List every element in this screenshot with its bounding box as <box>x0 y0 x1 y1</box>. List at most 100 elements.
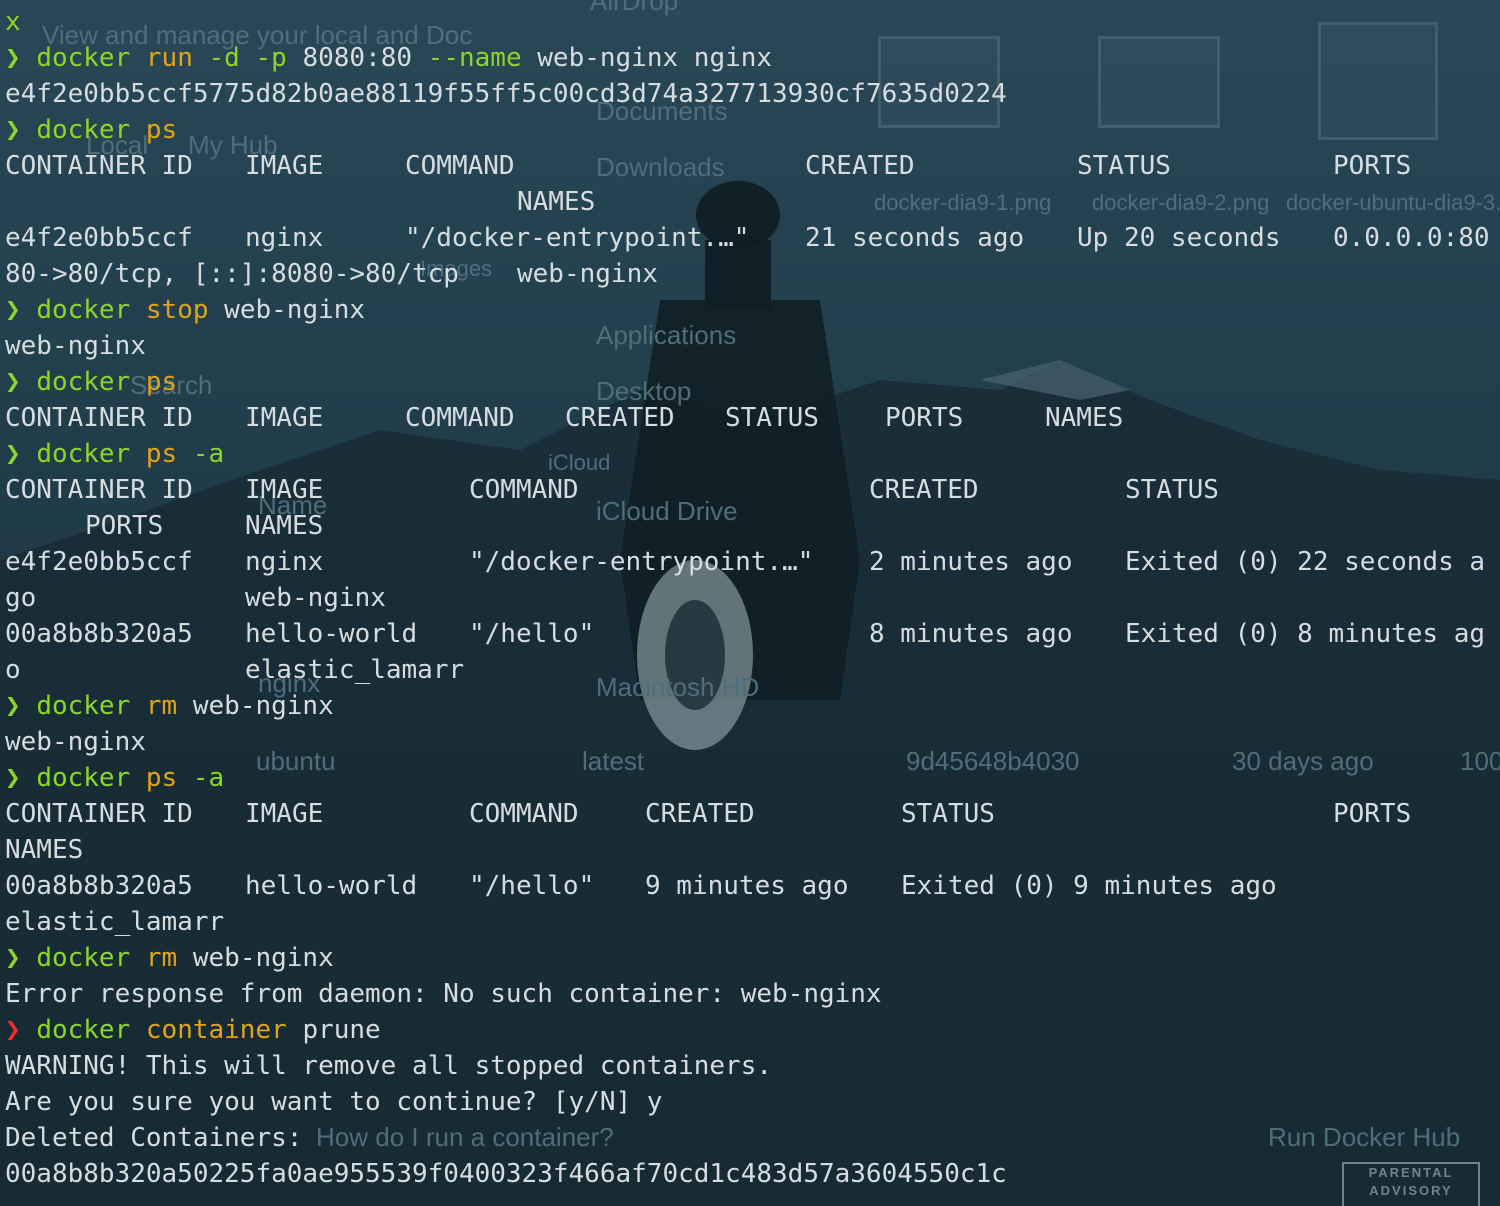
cmd-arg: web-nginx <box>192 691 334 721</box>
ps2-header-image: IMAGE <box>245 403 324 433</box>
cmd-subcommand: ps <box>145 367 178 397</box>
cmd-docker: docker <box>36 295 131 325</box>
ps2-header-status: STATUS <box>725 403 819 433</box>
ps3-header-container-id: CONTAINER ID <box>5 475 193 505</box>
cmd-subcommand: ps <box>145 439 178 469</box>
cmd-subcommand: ps <box>145 115 178 145</box>
prompt-arrow-icon: ❯ <box>5 691 21 721</box>
ps4-header-command: COMMAND <box>469 799 579 829</box>
output-deleted-hash: 00a8b8b320a50225fa0ae955539f0400323f466a… <box>5 1159 1007 1189</box>
cmd-subcommand: container <box>145 1015 287 1045</box>
ps3-header-command: COMMAND <box>469 475 579 505</box>
terminal-stray-char: x <box>5 4 21 40</box>
ps3-row-2-image: hello-world <box>245 619 418 649</box>
cmd-docker: docker <box>36 1015 131 1045</box>
cmd-docker: docker <box>36 943 131 973</box>
ps4-header-status: STATUS <box>901 799 995 829</box>
output-stop-result: web-nginx <box>5 331 146 361</box>
ps2-header-names: NAMES <box>1045 403 1124 433</box>
ps4-header-image: IMAGE <box>245 799 324 829</box>
output-error-message: Error response from daemon: No such cont… <box>5 979 882 1009</box>
cmd-docker: docker <box>36 763 131 793</box>
ps3-header-image: IMAGE <box>245 475 324 505</box>
ps1-row-names: web-nginx <box>517 259 658 289</box>
ps1-header-container-id: CONTAINER ID <box>5 151 193 181</box>
cmd-flag: -a <box>192 439 225 469</box>
prompt-arrow-icon: ❯ <box>5 115 21 145</box>
cmd-subcommand: rm <box>145 943 178 973</box>
ps4-header-created: CREATED <box>645 799 755 829</box>
prompt-arrow-icon: ❯ <box>5 367 21 397</box>
prompt-arrow-error-icon: ❯ <box>5 1015 21 1045</box>
prompt-line-docker-ps-a-2: ❯ docker ps -a <box>5 760 224 796</box>
output-prune-confirm: Are you sure you want to continue? [y/N]… <box>5 1087 663 1117</box>
cmd-arg: web-nginx <box>224 295 366 325</box>
ps1-header-image: IMAGE <box>245 151 324 181</box>
ps1-header-ports: PORTS <box>1333 151 1412 181</box>
ps3-header-created: CREATED <box>869 475 979 505</box>
cmd-subcommand: ps <box>145 763 178 793</box>
ps3-row-2-command: "/hello" <box>469 619 595 649</box>
ps4-row-status: Exited (0) 9 minutes ago <box>901 871 1277 901</box>
output-prune-warning: WARNING! This will remove all stopped co… <box>5 1051 773 1081</box>
prompt-line-docker-rm: ❯ docker rm web-nginx <box>5 688 334 724</box>
ps4-row-container-id: 00a8b8b320a5 <box>5 871 193 901</box>
ps4-row-names: elastic_lamarr <box>5 907 225 937</box>
prompt-line-docker-ps-2: ❯ docker ps <box>5 364 177 400</box>
ps1-row-status: Up 20 seconds <box>1077 223 1281 253</box>
cmd-subcommand: rm <box>145 691 178 721</box>
ps3-row-1-status-wrap: go <box>5 583 37 613</box>
ps1-row-ports-wrap: 80->80/tcp, [::]:8080->80/tcp <box>5 259 459 289</box>
cmd-arg: 8080:80 <box>302 43 413 73</box>
ps3-row-1-created: 2 minutes ago <box>869 547 1073 577</box>
cmd-flag: -p <box>255 43 287 73</box>
ps1-header-created: CREATED <box>805 151 915 181</box>
output-deleted-header: Deleted Containers: <box>5 1123 303 1153</box>
ps1-header-status: STATUS <box>1077 151 1171 181</box>
cmd-flag: -d <box>208 43 240 73</box>
ps3-row-1-container-id: e4f2e0bb5ccf <box>5 547 193 577</box>
prompt-arrow-icon: ❯ <box>5 439 21 469</box>
prompt-arrow-icon: ❯ <box>5 763 21 793</box>
ps4-header-names: NAMES <box>5 835 84 865</box>
prompt-line-docker-ps-a: ❯ docker ps -a <box>5 436 224 472</box>
cmd-arg: web-nginx <box>192 943 334 973</box>
ps1-row-command: "/docker-entrypoint.…" <box>405 223 750 253</box>
ps2-header-container-id: CONTAINER ID <box>5 403 193 433</box>
prompt-arrow-icon: ❯ <box>5 43 21 73</box>
cmd-arg: prune <box>302 1015 381 1045</box>
prompt-arrow-icon: ❯ <box>5 943 21 973</box>
ps4-header-container-id: CONTAINER ID <box>5 799 193 829</box>
ps3-row-1-command: "/docker-entrypoint.…" <box>469 547 814 577</box>
ps4-row-created: 9 minutes ago <box>645 871 849 901</box>
terminal-window[interactable]: x ❯ docker run -d -p 8080:80 --name web-… <box>0 0 1500 1206</box>
ps1-header-names: NAMES <box>517 187 596 217</box>
ps1-row-container-id: e4f2e0bb5ccf <box>5 223 193 253</box>
cmd-docker: docker <box>36 367 131 397</box>
cmd-arg: web-nginx nginx <box>537 43 773 73</box>
cmd-docker: docker <box>36 691 131 721</box>
cmd-subcommand: stop <box>145 295 209 325</box>
ps1-row-created: 21 seconds ago <box>805 223 1025 253</box>
prompt-arrow-icon: ❯ <box>5 295 21 325</box>
ps3-header-status: STATUS <box>1125 475 1219 505</box>
ps3-row-1-names: web-nginx <box>245 583 386 613</box>
ps3-row-1-status: Exited (0) 22 seconds a <box>1125 547 1486 577</box>
cmd-docker: docker <box>36 43 131 73</box>
output-rm-result: web-nginx <box>5 727 146 757</box>
ps1-header-command: COMMAND <box>405 151 515 181</box>
prompt-line-container-prune: ❯ docker container prune <box>5 1012 381 1048</box>
ps3-row-2-status-wrap: o <box>5 655 21 685</box>
ps2-header-ports: PORTS <box>885 403 964 433</box>
ps1-row-image: nginx <box>245 223 324 253</box>
ps1-row-ports: 0.0.0.0:80 <box>1333 223 1490 253</box>
ps2-header-command: COMMAND <box>405 403 515 433</box>
ps3-row-2-names: elastic_lamarr <box>245 655 465 685</box>
cmd-flag: --name <box>427 43 522 73</box>
ps3-row-1-image: nginx <box>245 547 324 577</box>
prompt-line-docker-rm-2: ❯ docker rm web-nginx <box>5 940 334 976</box>
ps4-header-ports: PORTS <box>1333 799 1412 829</box>
prompt-line-docker-stop: ❯ docker stop web-nginx <box>5 292 365 328</box>
ps4-row-command: "/hello" <box>469 871 595 901</box>
ps3-header-names: NAMES <box>245 511 324 541</box>
